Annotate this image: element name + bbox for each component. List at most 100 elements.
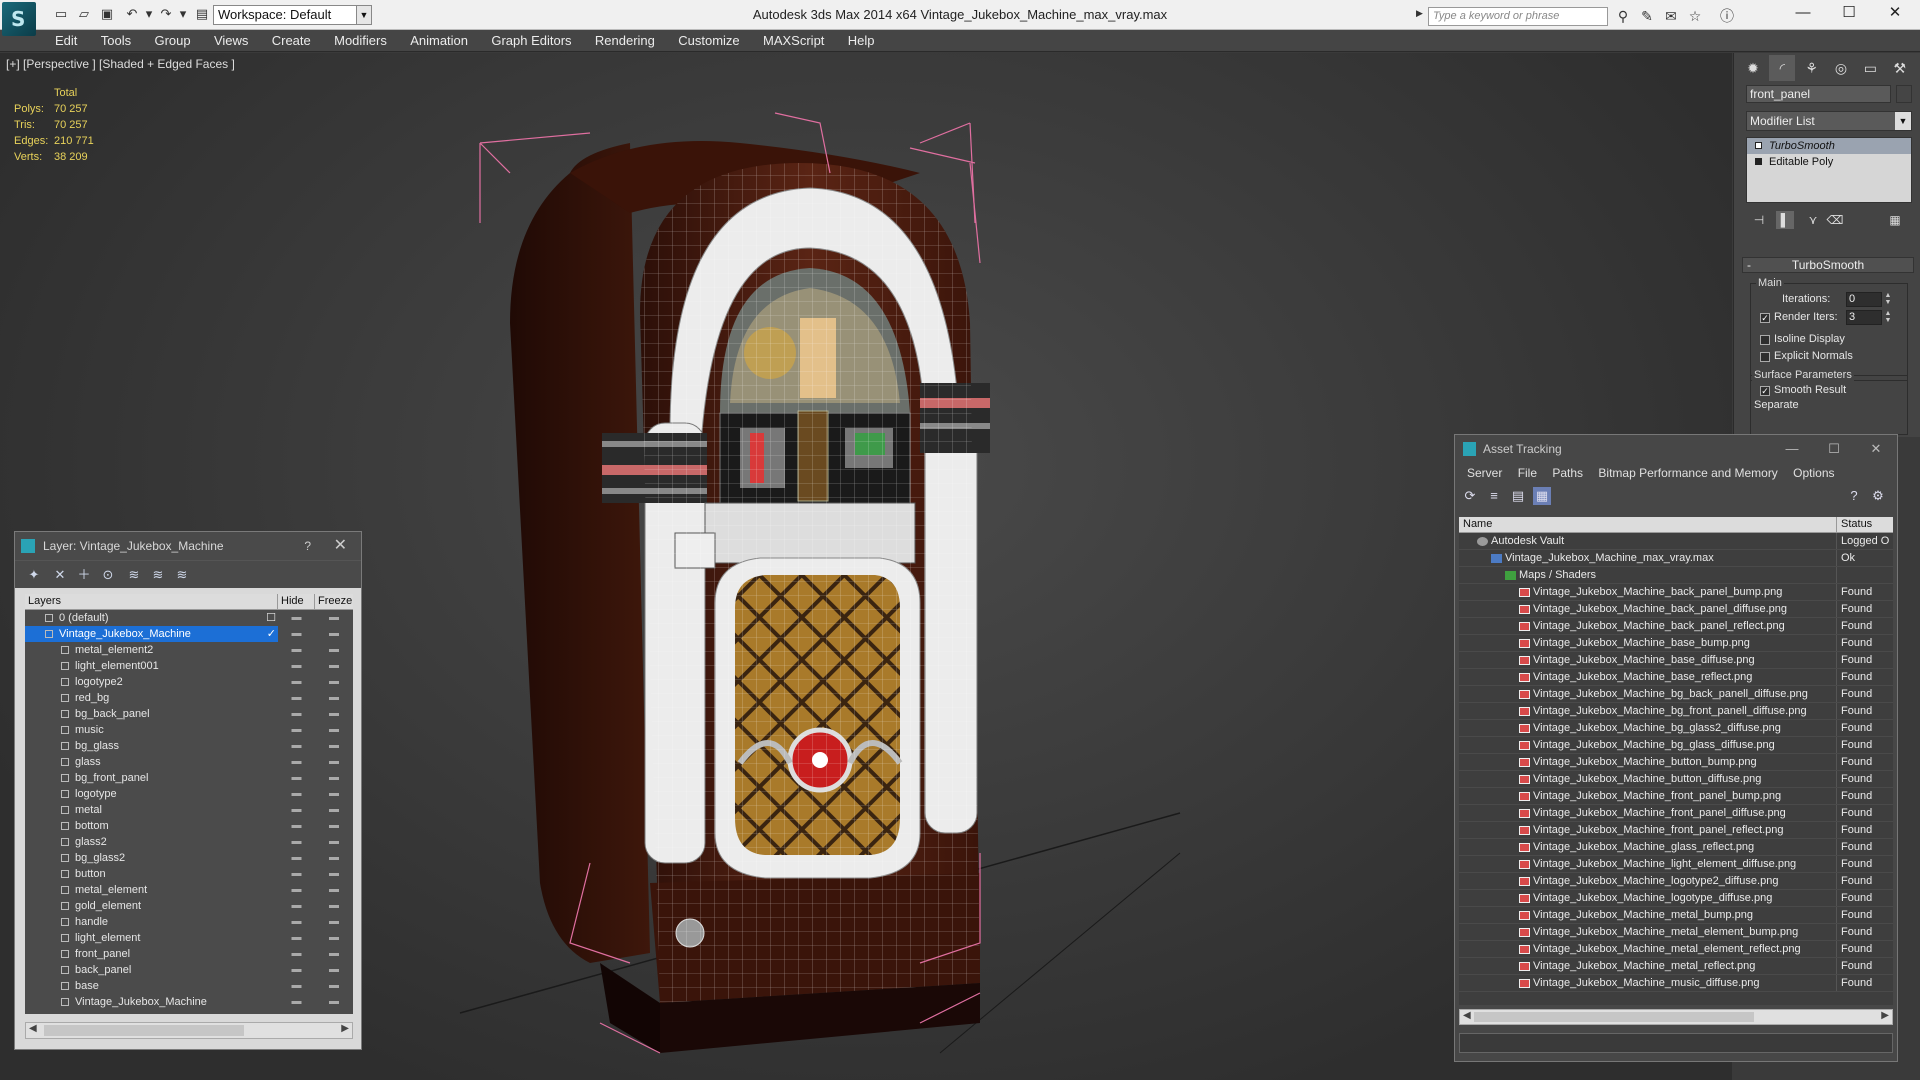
asset-row[interactable]: Vintage_Jukebox_Machine_front_panel_bump… (1459, 788, 1893, 805)
open-file-icon[interactable]: ▱ (75, 6, 93, 22)
hide-toggle-icon[interactable]: ▬ (278, 818, 315, 834)
redo-dropdown-icon[interactable]: ▾ (174, 6, 192, 22)
layer-row[interactable]: metal_element2 ▬ ▬ (25, 642, 353, 658)
layer-row[interactable]: music ▬ ▬ (25, 722, 353, 738)
hide-toggle-icon[interactable]: ▬ (278, 690, 315, 706)
asset-row[interactable]: Vintage_Jukebox_Machine_bg_glass2_diffus… (1459, 720, 1893, 737)
layer-panel-header[interactable]: Layer: Vintage_Jukebox_Machine ? ✕ (15, 532, 361, 560)
scroll-right-icon[interactable]: ▶ (1881, 1010, 1889, 1021)
freeze-toggle-icon[interactable]: ▬ (315, 818, 353, 834)
asset-name-cell[interactable]: Autodesk Vault (1459, 533, 1837, 549)
asset-name-cell[interactable]: Vintage_Jukebox_Machine_front_panel_diff… (1459, 805, 1837, 821)
layer-row[interactable]: Vintage_Jukebox_Machine ▬ ▬ (25, 994, 353, 1010)
favorites-star-icon[interactable]: ☆ (1686, 7, 1704, 25)
layer-name[interactable]: metal_element (25, 882, 278, 898)
freeze-toggle-icon[interactable]: ▬ (315, 706, 353, 722)
hide-toggle-icon[interactable]: ▬ (278, 978, 315, 994)
layer-row[interactable]: back_panel ▬ ▬ (25, 962, 353, 978)
asset-row[interactable]: Vintage_Jukebox_Machine_front_panel_diff… (1459, 805, 1893, 822)
new-layer-icon[interactable]: ✦ (25, 566, 43, 584)
help-icon[interactable]: ? (1845, 487, 1863, 505)
pin-stack-icon[interactable]: ⊣ (1750, 211, 1768, 229)
asset-name-cell[interactable]: Vintage_Jukebox_Machine_base_reflect.png (1459, 669, 1837, 685)
column-name[interactable]: Name (1459, 517, 1837, 532)
set-current-icon[interactable]: ☐ (266, 610, 276, 626)
freeze-toggle-icon[interactable]: ▬ (315, 786, 353, 802)
hide-toggle-icon[interactable]: ▬ (278, 914, 315, 930)
asset-name-cell[interactable]: Maps / Shaders (1459, 567, 1837, 583)
menu-modifiers[interactable]: Modifiers (324, 30, 397, 52)
layer-name[interactable]: base (25, 978, 278, 994)
freeze-toggle-icon[interactable]: ▬ (315, 722, 353, 738)
layer-name[interactable]: 0 (default) ☐ (25, 610, 278, 626)
asset-row[interactable]: Vintage_Jukebox_Machine_metal_bump.png Fo… (1459, 907, 1893, 924)
hide-toggle-icon[interactable]: ▬ (278, 850, 315, 866)
freeze-toggle-icon[interactable]: ▬ (315, 690, 353, 706)
asset-name-cell[interactable]: Vintage_Jukebox_Machine_music_diffuse.pn… (1459, 975, 1837, 991)
menu-tools[interactable]: Tools (91, 30, 141, 52)
communication-icon[interactable]: ✉ (1662, 7, 1680, 25)
asset-name-cell[interactable]: Vintage_Jukebox_Machine_front_panel_bump… (1459, 788, 1837, 804)
save-file-icon[interactable]: ▣ (98, 6, 116, 22)
asset-name-cell[interactable]: Vintage_Jukebox_Machine_metal_reflect.pn… (1459, 958, 1837, 974)
table-view-icon[interactable]: ▦ (1533, 487, 1551, 505)
layer-row[interactable]: glass2 ▬ ▬ (25, 834, 353, 850)
asset-name-cell[interactable]: Vintage_Jukebox_Machine_max_vray.max (1459, 550, 1837, 566)
asset-menu-file[interactable]: File (1512, 463, 1543, 483)
freeze-toggle-icon[interactable]: ▬ (315, 962, 353, 978)
asset-name-cell[interactable]: Vintage_Jukebox_Machine_bg_back_panell_d… (1459, 686, 1837, 702)
asset-row[interactable]: Vintage_Jukebox_Machine_logotype_diffuse… (1459, 890, 1893, 907)
undo-icon[interactable]: ↶ (123, 6, 141, 22)
asset-row[interactable]: Vintage_Jukebox_Machine_metal_element_re… (1459, 941, 1893, 958)
object-name-field[interactable]: front_panel (1746, 85, 1891, 103)
asset-row[interactable]: Maps / Shaders (1459, 567, 1893, 584)
close-button[interactable]: ✕ (1861, 435, 1891, 463)
layer-name[interactable]: gold_element (25, 898, 278, 914)
remove-modifier-icon[interactable]: ⌫ (1826, 211, 1844, 229)
undo-dropdown-icon[interactable]: ▾ (140, 6, 158, 22)
layer-row[interactable]: Vintage_Jukebox_Machine ✓ ▬ ▬ (25, 626, 353, 642)
utilities-tab-icon[interactable]: ⚒ (1887, 55, 1913, 81)
freeze-toggle-icon[interactable]: ▬ (315, 850, 353, 866)
layer-name[interactable]: handle (25, 914, 278, 930)
asset-row[interactable]: Vintage_Jukebox_Machine_button_diffuse.p… (1459, 771, 1893, 788)
asset-name-cell[interactable]: Vintage_Jukebox_Machine_base_bump.png (1459, 635, 1837, 651)
layer-name[interactable]: logotype2 (25, 674, 278, 690)
asset-name-cell[interactable]: Vintage_Jukebox_Machine_front_panel_refl… (1459, 822, 1837, 838)
app-logo-button[interactable]: S (2, 2, 36, 36)
hide-toggle-icon[interactable]: ▬ (278, 626, 315, 642)
column-hide[interactable]: Hide (278, 594, 315, 609)
expand-icon[interactable] (1755, 158, 1762, 165)
redo-icon[interactable]: ↷ (157, 6, 175, 22)
asset-name-cell[interactable]: Vintage_Jukebox_Machine_metal_element_re… (1459, 941, 1837, 957)
help-icon[interactable]: ⓘ (1718, 7, 1736, 25)
object-color-swatch[interactable] (1896, 85, 1912, 103)
scroll-thumb[interactable] (1474, 1012, 1754, 1022)
display-tab-icon[interactable]: ▭ (1857, 55, 1883, 81)
new-file-icon[interactable]: ▭ (52, 6, 70, 22)
asset-name-cell[interactable]: Vintage_Jukebox_Machine_bg_glass_diffuse… (1459, 737, 1837, 753)
asset-row[interactable]: Vintage_Jukebox_Machine_logotype2_diffus… (1459, 873, 1893, 890)
settings-icon[interactable]: ⚙ (1869, 487, 1887, 505)
menu-rendering[interactable]: Rendering (585, 30, 665, 52)
freeze-toggle-icon[interactable]: ▬ (315, 834, 353, 850)
asset-menu-paths[interactable]: Paths (1546, 463, 1589, 483)
select-objects-icon[interactable]: ⊙ (99, 566, 117, 584)
column-status[interactable]: Status (1837, 517, 1893, 532)
hide-toggle-icon[interactable]: ▬ (278, 770, 315, 786)
freeze-toggle-icon[interactable]: ▬ (315, 802, 353, 818)
refresh-icon[interactable]: ⟳ (1461, 487, 1479, 505)
search-expand-icon[interactable]: ▶ (1416, 8, 1426, 24)
menu-views[interactable]: Views (204, 30, 258, 52)
layer-row[interactable]: 0 (default) ☐ ▬ ▬ (25, 610, 353, 626)
freeze-toggle-icon[interactable]: ▬ (315, 674, 353, 690)
layer-row[interactable]: metal ▬ ▬ (25, 802, 353, 818)
layer-name[interactable]: metal (25, 802, 278, 818)
add-selection-icon[interactable]: ＋ (75, 566, 93, 584)
asset-row[interactable]: Vintage_Jukebox_Machine_back_panel_diffu… (1459, 601, 1893, 618)
spinner-arrows-icon[interactable]: ▲ ▼ (1884, 310, 1892, 325)
hide-toggle-icon[interactable]: ▬ (278, 898, 315, 914)
layer-name[interactable]: logotype (25, 786, 278, 802)
freeze-toggle-icon[interactable]: ▬ (315, 914, 353, 930)
asset-row[interactable]: Vintage_Jukebox_Machine_max_vray.max Ok (1459, 550, 1893, 567)
